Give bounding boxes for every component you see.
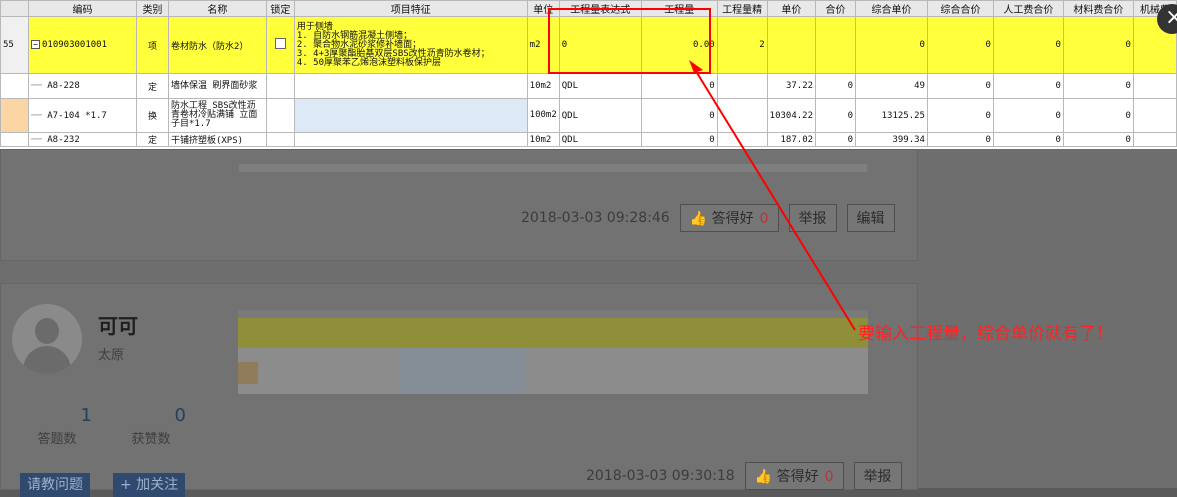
highlight-box: [548, 8, 711, 74]
annotation-arrow: [693, 67, 856, 331]
arrow-head: [689, 60, 703, 73]
annotation-overlay: [548, 8, 856, 331]
annotation-text: 要输入工程量，综合单价就有了！: [858, 324, 1113, 344]
